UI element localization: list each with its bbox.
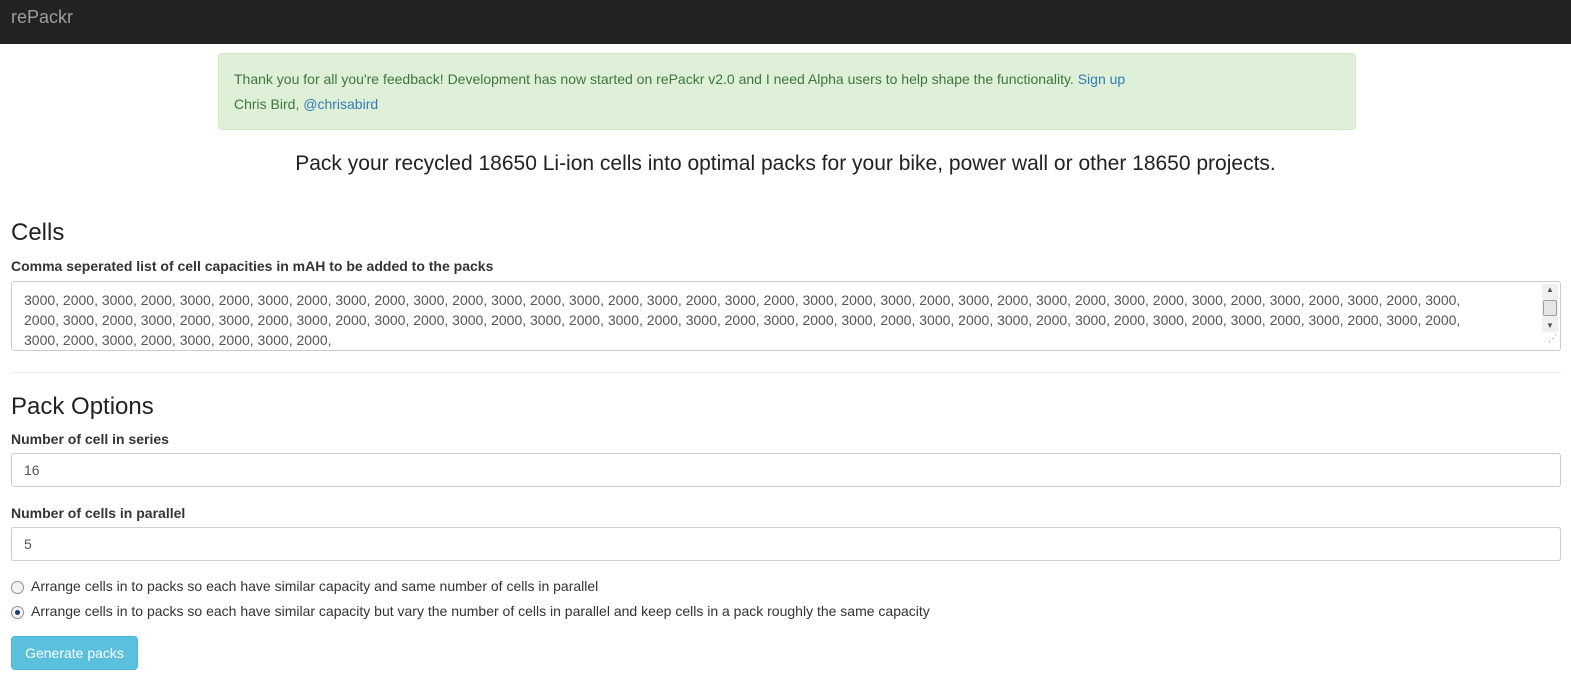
twitter-link[interactable]: @chrisabird <box>303 96 378 112</box>
cells-text-line: 3000, 2000, 3000, 2000, 3000, 2000, 3000… <box>24 332 332 348</box>
alert-author: Chris Bird, <box>234 96 300 112</box>
radio-button[interactable] <box>11 581 24 594</box>
parallel-label: Number of cells in parallel <box>11 505 186 521</box>
scroll-thumb[interactable] <box>1543 300 1557 316</box>
feedback-alert: Thank you for all you're feedback! Devel… <box>218 53 1356 130</box>
series-input[interactable]: 16 <box>11 453 1561 487</box>
cells-label: Comma seperated list of cell capacities … <box>11 258 494 274</box>
series-label: Number of cell in series <box>11 431 169 447</box>
alert-author-line: Chris Bird, @chrisabird <box>234 96 378 112</box>
alert-message: Thank you for all you're feedback! Devel… <box>234 71 1074 87</box>
signup-link[interactable]: Sign up <box>1078 71 1125 87</box>
textarea-scrollbar[interactable]: ▲ ▼ <box>1542 284 1558 332</box>
radio-label: Arrange cells in to packs so each have s… <box>31 578 599 594</box>
radio-label: Arrange cells in to packs so each have s… <box>31 603 930 619</box>
scroll-up-arrow-icon[interactable]: ▲ <box>1542 284 1558 296</box>
section-divider <box>11 372 1561 373</box>
generate-packs-button[interactable]: Generate packs <box>11 636 138 670</box>
brand-link[interactable]: rePackr <box>11 7 73 28</box>
pack-options-heading: Pack Options <box>11 393 154 420</box>
cells-text-line: 3000, 2000, 3000, 2000, 3000, 2000, 3000… <box>24 292 1461 308</box>
cells-heading: Cells <box>11 219 65 246</box>
cells-text-line: 2000, 3000, 2000, 3000, 2000, 3000, 2000… <box>24 312 1461 328</box>
alert-message-line: Thank you for all you're feedback! Devel… <box>234 71 1125 87</box>
navbar: rePackr <box>0 0 1571 44</box>
lead-text: Pack your recycled 18650 Li-ion cells in… <box>295 152 1276 175</box>
cells-textarea[interactable]: 3000, 2000, 3000, 2000, 3000, 2000, 3000… <box>11 281 1561 351</box>
resize-grip-icon[interactable]: ⋰ <box>1548 328 1557 348</box>
radio-button-checked[interactable] <box>11 606 24 619</box>
parallel-input[interactable]: 5 <box>11 527 1561 561</box>
